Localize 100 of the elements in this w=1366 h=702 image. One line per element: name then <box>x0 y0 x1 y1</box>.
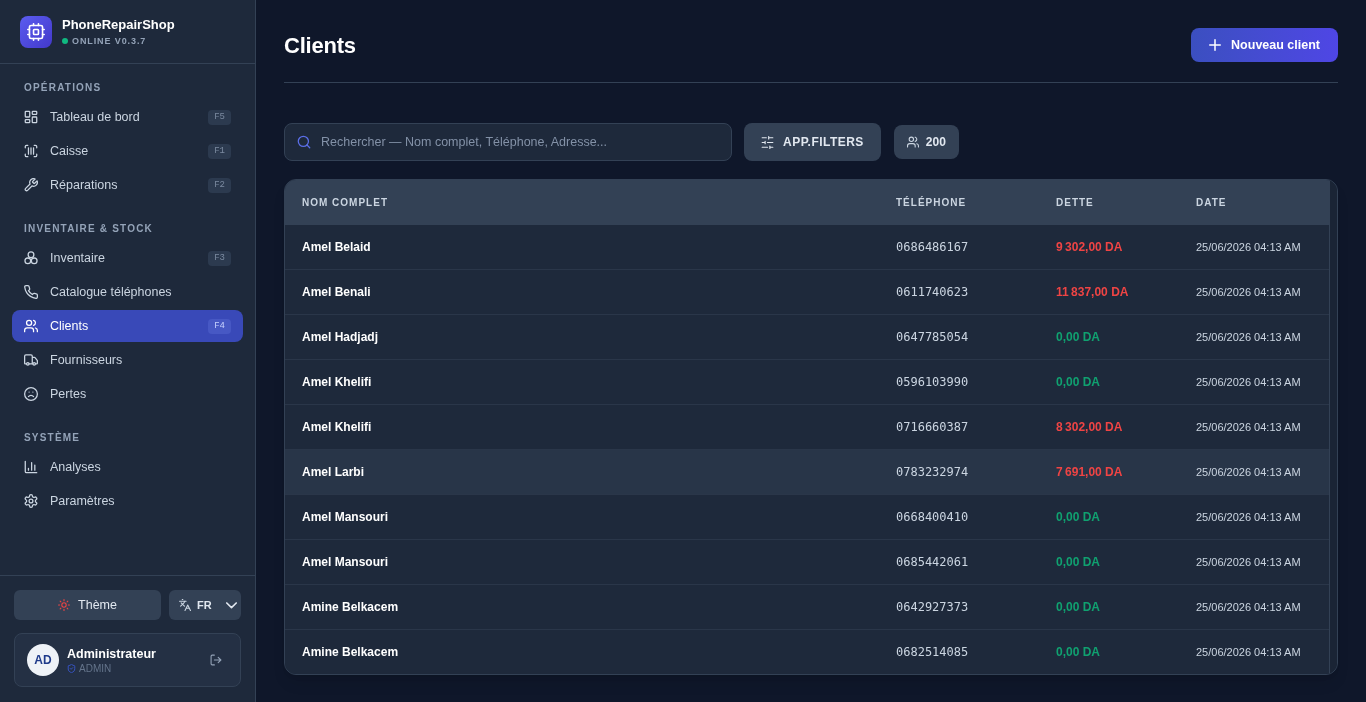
table-row[interactable]: Amine Belkacem 0682514085 0,00 DA 25/06/2026 04:13 AM <box>285 630 1329 674</box>
table-cell-text: 0647785054 <box>895 329 970 346</box>
table-row[interactable]: Amine Belkacem 0642927373 0,00 DA 25/06/2026 04:13 AM <box>285 585 1329 630</box>
client-count: 200 <box>925 134 946 151</box>
nav-item[interactable]: Fournisseurs <box>12 344 243 376</box>
table-cell-text: 25/06/2026 04:13 AM <box>1195 284 1302 300</box>
table-cell-text: 25/06/2026 04:13 AM <box>1195 644 1302 660</box>
scan-icon <box>24 144 38 158</box>
table-row[interactable]: Amel Larbi 0783232974 7 691,00 DA 25/06/2026 04:13 AM <box>285 450 1329 495</box>
truck-icon <box>24 353 38 367</box>
table-cell-text: Amel Belaid <box>301 239 372 256</box>
page-title: Clients <box>284 31 356 60</box>
search-field[interactable]: Rechercher — Nom complet, Téléphone, Adresse... <box>284 123 732 161</box>
table-cell-text: 0,00 DA <box>1055 554 1102 571</box>
table-row[interactable]: Amel Khelifi 0716660387 8 302,00 DA 25/06/2026 04:13 AM <box>285 405 1329 450</box>
table-row[interactable]: Amel Benali 0611740623 11 837,00 DA 25/06/2026 04:13 AM <box>285 270 1329 315</box>
table-cell-text: Amel Mansouri <box>301 509 389 526</box>
table-cell-text: 25/06/2026 04:13 AM <box>1195 509 1302 525</box>
column-header: NOM COMPLET <box>301 196 389 210</box>
language-select[interactable]: FR <box>169 590 241 620</box>
shield-check-icon <box>67 664 76 673</box>
section-heading: SYSTÈME <box>23 430 82 445</box>
dashboard-icon <box>24 110 38 124</box>
app-name: PhoneRepairShop <box>62 16 175 33</box>
table-cell-text: 7 691,00 DA <box>1055 464 1124 481</box>
column-header: DETTE <box>1055 196 1095 210</box>
table-cell-text: 25/06/2026 04:13 AM <box>1195 374 1302 390</box>
wrench-icon <box>24 178 38 192</box>
table-cell-text: 8 302,00 DA <box>1055 419 1124 436</box>
settings-icon <box>24 494 38 508</box>
table-cell-text: Amine Belkacem <box>301 644 400 661</box>
avatar: AD <box>27 644 59 676</box>
table-cell-text: 0716660387 <box>895 419 970 436</box>
table-cell-text: 25/06/2026 04:13 AM <box>1195 554 1302 570</box>
table-cell-text: Amel Khelifi <box>301 419 373 436</box>
table-row[interactable]: Amel Khelifi 0596103990 0,00 DA 25/06/2026 04:13 AM <box>285 360 1329 405</box>
users-icon <box>24 319 38 333</box>
table-cell-text: 0686486167 <box>895 239 970 256</box>
scrollbar-track[interactable] <box>1329 180 1337 674</box>
table-row[interactable]: Amel Belaid 0686486167 9 302,00 DA 25/06/2026 04:13 AM <box>285 225 1329 270</box>
table-row[interactable]: Amel Hadjadj 0647785054 0,00 DA 25/06/2026 04:13 AM <box>285 315 1329 360</box>
table-cell-text: Amine Belkacem <box>301 599 400 616</box>
nav-item[interactable]: Paramètres <box>12 485 243 517</box>
table-cell-text: 0685442061 <box>895 554 970 571</box>
nav-item[interactable]: Réparations F2 <box>12 169 243 201</box>
filters-button[interactable]: APP.FILTERS <box>744 123 881 161</box>
new-client-button[interactable]: Nouveau client <box>1191 28 1338 62</box>
table-cell-text: 0668400410 <box>895 509 970 526</box>
table-cell-text: 25/06/2026 04:13 AM <box>1195 419 1302 435</box>
nav-item[interactable]: Inventaire F3 <box>12 242 243 274</box>
nav-item[interactable]: Clients F4 <box>12 310 243 342</box>
nav-item[interactable]: Tableau de bord F5 <box>12 101 243 133</box>
users-icon <box>906 136 919 148</box>
table-cell-text: Amel Mansouri <box>301 554 389 571</box>
shortcut-key: F5 <box>208 109 231 125</box>
column-header: TÉLÉPHONE <box>895 195 968 210</box>
table-cell-text: 0611740623 <box>895 284 970 301</box>
chevron-down-icon <box>226 599 237 611</box>
nav-item[interactable]: Caisse F1 <box>12 135 243 167</box>
table-cell-text: 0,00 DA <box>1055 509 1102 526</box>
logout-icon <box>210 654 222 666</box>
table-cell-text: 0,00 DA <box>1055 644 1102 661</box>
nav-item[interactable]: Analyses <box>12 451 243 483</box>
sad-face-icon <box>24 387 38 401</box>
nav-item[interactable]: Pertes <box>12 378 243 410</box>
table-cell-text: 0783232974 <box>895 464 970 481</box>
table-cell-text: 25/06/2026 04:13 AM <box>1195 239 1302 255</box>
shortcut-key: F3 <box>208 250 231 266</box>
table-cell-text: Amel Larbi <box>301 464 365 481</box>
cubes-icon <box>24 251 38 265</box>
table-cell-text: Amel Hadjadj <box>301 329 380 346</box>
user-name: Administrateur <box>67 645 157 662</box>
table-cell-text: Amel Khelifi <box>301 374 373 391</box>
theme-button[interactable]: Thème <box>14 590 161 620</box>
table-row[interactable]: Amel Mansouri 0668400410 0,00 DA 25/06/2026 04:13 AM <box>285 495 1329 540</box>
table-cell-text: 0682514085 <box>895 644 970 661</box>
sliders-icon <box>761 135 774 149</box>
column-header: DATE <box>1195 196 1228 210</box>
sun-icon <box>58 599 71 611</box>
table-cell-text: 0,00 DA <box>1055 599 1102 616</box>
translate-icon <box>179 599 191 611</box>
shortcut-key: F2 <box>208 177 231 193</box>
version-status: ONLINE V0.3.7 <box>72 34 147 47</box>
section-heading: INVENTAIRE & STOCK <box>23 222 155 236</box>
bar-chart-icon <box>24 460 38 474</box>
section-heading: OPÉRATIONS <box>23 80 103 95</box>
user-role: ADMIN <box>79 662 112 675</box>
table-cell-text: 0596103990 <box>895 374 970 391</box>
table-cell-text: 0,00 DA <box>1055 329 1102 346</box>
shortcut-key: F1 <box>208 143 231 159</box>
table-cell-text: 0642927373 <box>895 599 970 616</box>
table-row[interactable]: Amel Mansouri 0685442061 0,00 DA 25/06/2026 04:13 AM <box>285 540 1329 585</box>
shortcut-key: F4 <box>208 318 231 334</box>
search-icon <box>297 135 311 149</box>
table-cell-text: 25/06/2026 04:13 AM <box>1195 464 1302 480</box>
table-cell-text: 25/06/2026 04:13 AM <box>1195 599 1302 615</box>
nav-item[interactable]: Catalogue téléphones <box>12 276 243 308</box>
table-cell-text: Amel Benali <box>301 284 372 301</box>
plus-icon <box>1209 39 1222 51</box>
phone-icon <box>24 285 38 299</box>
